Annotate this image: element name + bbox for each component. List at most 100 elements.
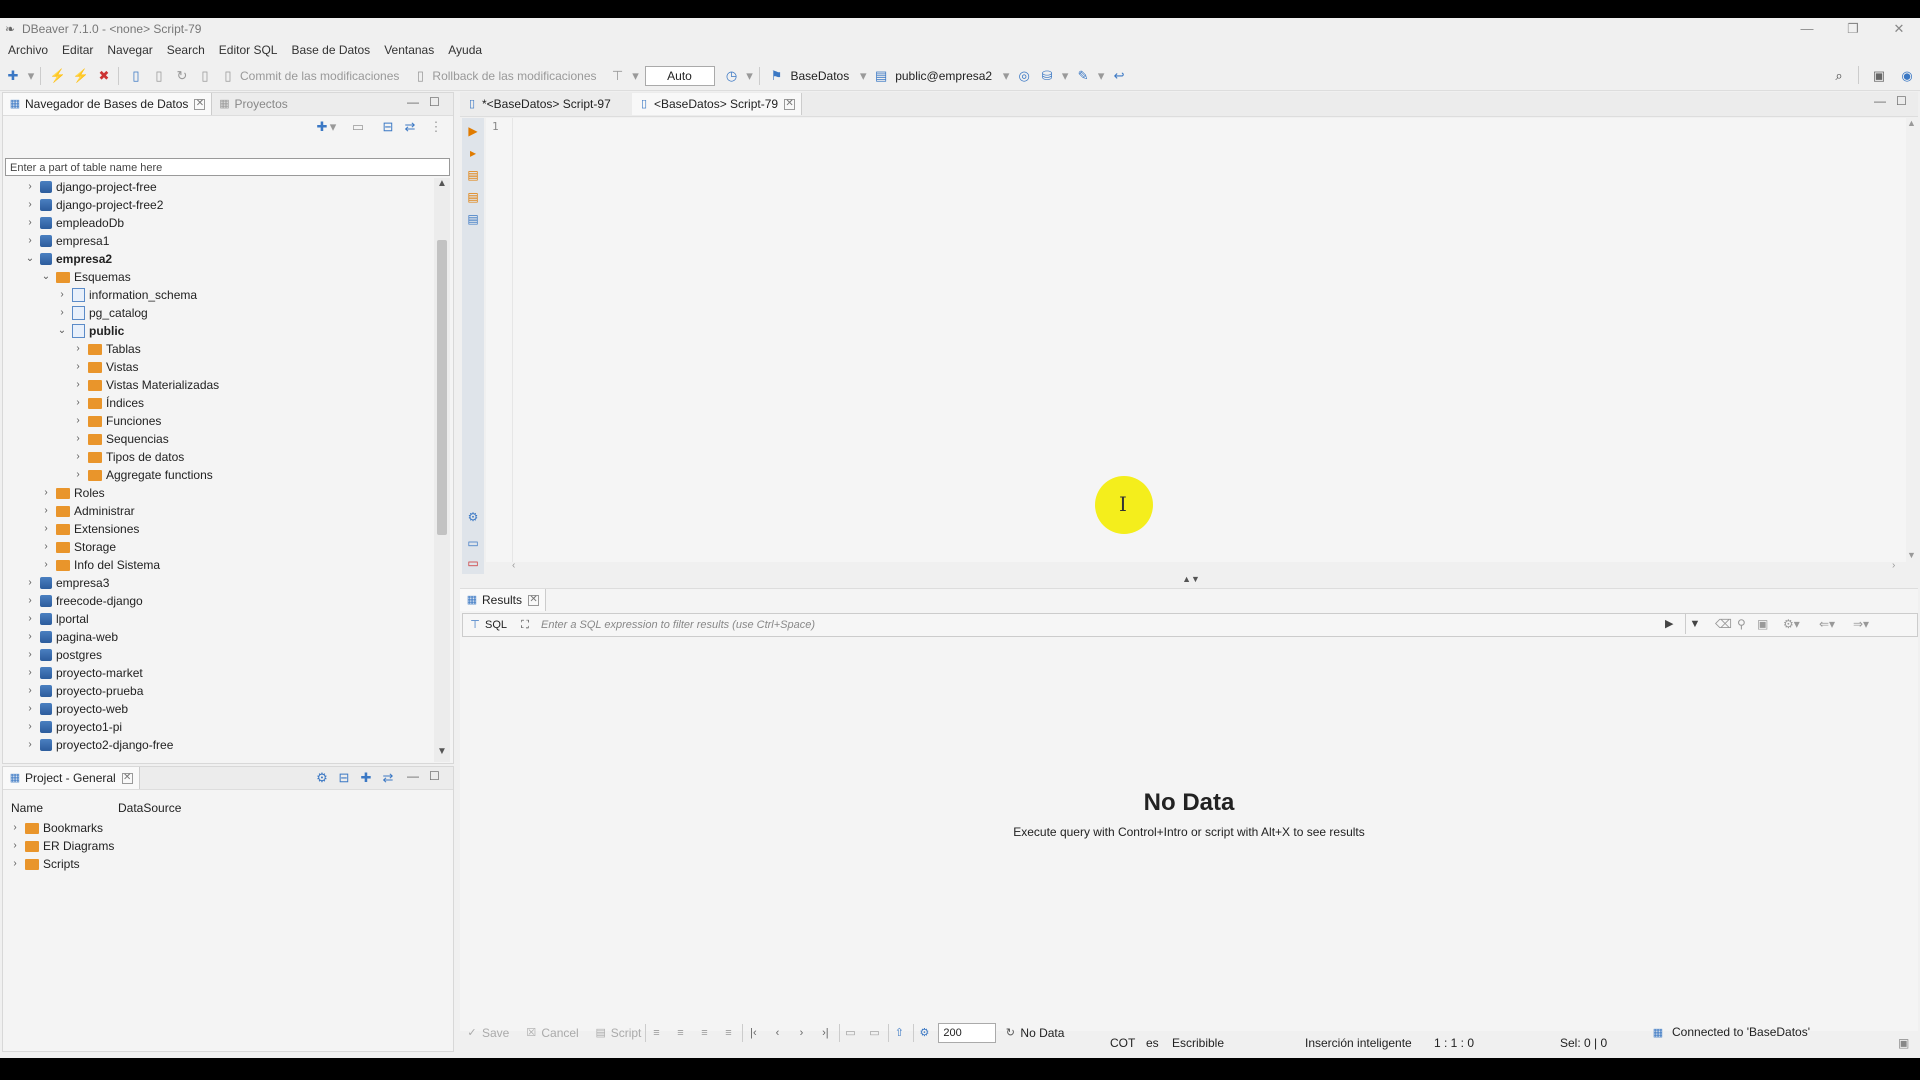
menu-ayuda[interactable]: Ayuda: [448, 43, 482, 57]
chevron-right-icon[interactable]: ›: [24, 178, 36, 196]
tree-item[interactable]: › lportal: [24, 610, 88, 628]
execute-script-icon[interactable]: ▤: [466, 168, 480, 182]
perspective-icon[interactable]: ▣: [1869, 66, 1889, 86]
tree-item[interactable]: › Sequencias: [72, 430, 168, 448]
editor-vertical-scrollbar[interactable]: ▲ ▼: [1906, 118, 1918, 562]
link-with-editor-icon[interactable]: ⇄: [400, 117, 420, 137]
navigator-scrollbar[interactable]: ▲ ▼: [434, 178, 450, 762]
chevron-right-icon[interactable]: ›: [72, 394, 84, 412]
chevron-right-icon[interactable]: ›: [24, 718, 36, 736]
chevron-right-icon[interactable]: ›: [24, 196, 36, 214]
menu-editor-sql[interactable]: Editor SQL: [219, 43, 278, 57]
tree-item[interactable]: › proyecto-market: [24, 664, 142, 682]
chevron-right-icon[interactable]: ›: [24, 592, 36, 610]
filter-settings-icon[interactable]: ⚲: [1737, 617, 1746, 631]
erase-filter-icon[interactable]: ⌫: [1715, 617, 1732, 631]
explain-plan-icon[interactable]: ◎: [1014, 66, 1034, 86]
project-item-er-diagrams[interactable]: › ER Diagrams: [9, 837, 114, 855]
transaction-icon[interactable]: ▯: [149, 66, 169, 86]
execute-script-new-tab-icon[interactable]: ▤: [466, 190, 480, 204]
dropdown-arrow-icon[interactable]: ▾: [1001, 66, 1011, 86]
tree-item[interactable]: › pg_catalog: [56, 304, 148, 322]
chevron-right-icon[interactable]: ›: [72, 412, 84, 430]
tree-item[interactable]: ⌄ public: [56, 322, 124, 340]
tree-item[interactable]: › Extensiones: [40, 520, 139, 538]
chevron-right-icon[interactable]: ›: [40, 520, 52, 538]
collapse-all-icon[interactable]: ⊟: [334, 768, 354, 788]
tree-item[interactable]: › proyecto-web: [24, 700, 128, 718]
filter-history-dropdown-icon[interactable]: ▼: [1685, 614, 1704, 634]
refresh-icon[interactable]: ↻: [172, 66, 192, 86]
tab-script-97[interactable]: ▯ *<BaseDatos> Script-97: [460, 93, 632, 115]
tree-item[interactable]: › Roles: [40, 484, 104, 502]
menu-editar[interactable]: Editar: [62, 43, 93, 57]
tree-item[interactable]: › proyecto2-django-free: [24, 736, 173, 754]
chevron-right-icon[interactable]: ›: [72, 430, 84, 448]
minimize-icon[interactable]: —: [407, 769, 419, 783]
tab-proyectos[interactable]: ▦ Proyectos: [212, 93, 293, 115]
back-icon[interactable]: ⇐▾: [1819, 617, 1835, 631]
tree-item[interactable]: › Aggregate functions: [72, 466, 212, 484]
sql-editor-icon[interactable]: ▯: [126, 66, 146, 86]
scroll-down-icon[interactable]: ▼: [1907, 550, 1916, 560]
chevron-right-icon[interactable]: ›: [56, 304, 68, 322]
dropdown-arrow-icon[interactable]: ▾: [26, 66, 36, 86]
close-icon[interactable]: ✕: [194, 98, 206, 110]
search-icon[interactable]: ⌕: [1829, 66, 1849, 86]
notifications-icon[interactable]: ▣: [1898, 1030, 1909, 1056]
new-connection-icon[interactable]: ✚: [3, 66, 23, 86]
tab-script-79[interactable]: ▯ <BaseDatos> Script-79 ✕: [632, 93, 803, 115]
chevron-down-icon[interactable]: ⌄: [40, 268, 52, 286]
project-item-bookmarks[interactable]: › Bookmarks: [9, 819, 103, 837]
dropdown-arrow-icon[interactable]: ▾: [631, 66, 641, 86]
menu-base-de-datos[interactable]: Base de Datos: [291, 43, 370, 57]
connect-icon[interactable]: ⚡: [48, 66, 68, 86]
chevron-right-icon[interactable]: ›: [24, 736, 36, 754]
chevron-right-icon[interactable]: ›: [72, 340, 84, 358]
tree-item[interactable]: › proyecto-prueba: [24, 682, 143, 700]
scroll-up-icon[interactable]: ▲: [1907, 118, 1916, 128]
tab-results[interactable]: ▦ Results ✕: [460, 589, 547, 611]
tree-item[interactable]: › information_schema: [56, 286, 197, 304]
collapse-all-icon[interactable]: ⊟: [378, 117, 398, 137]
settings-icon[interactable]: ⚙: [466, 510, 480, 524]
tree-item[interactable]: ⌄ Esquemas: [40, 268, 131, 286]
column-header-datasource[interactable]: DataSource: [118, 801, 181, 815]
scrollbar-thumb[interactable]: [437, 240, 447, 535]
transaction-mode-field[interactable]: Auto: [644, 66, 715, 86]
chevron-right-icon[interactable]: ›: [24, 646, 36, 664]
tree-item[interactable]: › Info del Sistema: [40, 556, 160, 574]
tree-item[interactable]: › proyecto1-pi: [24, 718, 122, 736]
maximize-button[interactable]: ❐: [1838, 20, 1868, 38]
tree-item[interactable]: › postgres: [24, 646, 102, 664]
filter-options-icon[interactable]: ⚙▾: [1783, 617, 1800, 631]
column-header-name[interactable]: Name: [11, 801, 43, 815]
chevron-right-icon[interactable]: ›: [40, 556, 52, 574]
tree-item[interactable]: › django-project-free2: [24, 196, 163, 214]
expand-icon[interactable]: ✚: [356, 768, 376, 788]
minimize-icon[interactable]: —: [1874, 94, 1886, 108]
link-with-editor-icon[interactable]: ⇄: [378, 768, 398, 788]
chevron-right-icon[interactable]: ›: [40, 538, 52, 556]
chevron-right-icon[interactable]: ›: [40, 502, 52, 520]
chevron-right-icon[interactable]: ›: [24, 214, 36, 232]
tab-database-navigator[interactable]: ▦ Navegador de Bases de Datos ✕: [3, 93, 213, 115]
chevron-right-icon[interactable]: ›: [24, 682, 36, 700]
sql-editor[interactable]: 1: [486, 118, 1906, 562]
chevron-right-icon[interactable]: ›: [56, 286, 68, 304]
maximize-icon[interactable]: ☐: [429, 769, 440, 783]
close-icon[interactable]: ✕: [784, 98, 796, 110]
back-icon[interactable]: ↩: [1109, 66, 1129, 86]
chevron-right-icon[interactable]: ›: [40, 484, 52, 502]
tree-item[interactable]: ⌄ empresa2: [24, 250, 112, 268]
minimize-button[interactable]: —: [1792, 20, 1822, 38]
chevron-right-icon[interactable]: ›: [72, 358, 84, 376]
close-icon[interactable]: ✕: [121, 772, 133, 784]
tab-project-general[interactable]: ▦ Project - General ✕: [3, 767, 140, 789]
tree-item[interactable]: › Tablas: [72, 340, 140, 358]
close-icon[interactable]: ✕: [528, 594, 540, 606]
chevron-right-icon[interactable]: ›: [72, 466, 84, 484]
forward-icon[interactable]: ⇒▾: [1853, 617, 1869, 631]
navigator-filter-input[interactable]: Enter a part of table name here: [5, 158, 450, 176]
tree-item[interactable]: › Tipos de datos: [72, 448, 184, 466]
